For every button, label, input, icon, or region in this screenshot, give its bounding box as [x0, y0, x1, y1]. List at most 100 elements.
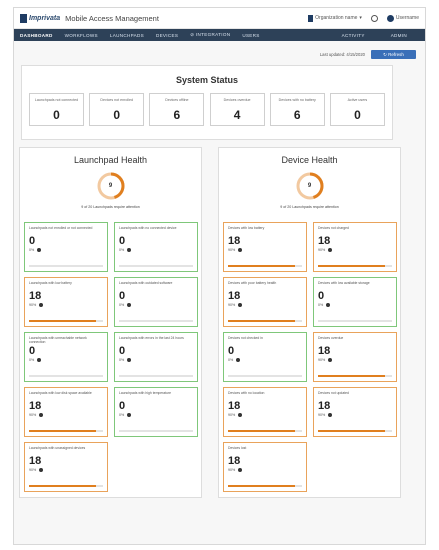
info-icon[interactable]: [127, 413, 132, 417]
health-card-progress: [318, 374, 392, 377]
tab-integration[interactable]: ⊘ INTEGRATION: [190, 32, 230, 38]
status-box[interactable]: Devices not enrolled 0: [89, 93, 145, 126]
tab-workflows[interactable]: WORKFLOWS: [65, 33, 98, 38]
health-card-progress: [29, 484, 103, 487]
health-card[interactable]: Devices not checked in 0 0%: [223, 332, 307, 382]
chevron-down-icon: ▾: [359, 15, 362, 21]
info-icon[interactable]: [238, 468, 243, 472]
status-box[interactable]: Active users 0: [329, 93, 385, 126]
health-card-percent: 90%: [29, 468, 37, 472]
health-card-percent-row: 0%: [119, 248, 193, 252]
health-card[interactable]: Devices lost 18 90%: [223, 442, 307, 492]
org-selector[interactable]: Organization name ▾: [308, 14, 362, 22]
health-card[interactable]: Devices not updated 18 90%: [313, 387, 397, 437]
info-icon[interactable]: [238, 248, 243, 252]
health-card[interactable]: Launchpads with outdated software 0 0%: [114, 277, 198, 327]
health-card-title: Devices lost: [228, 446, 247, 450]
info-icon[interactable]: [37, 358, 42, 362]
health-card-value: 18: [228, 235, 241, 247]
health-card[interactable]: Launchpads with errors in the last 24 ho…: [114, 332, 198, 382]
health-card-percent-row: 0%: [119, 413, 193, 417]
info-icon[interactable]: [238, 413, 243, 417]
health-card[interactable]: Launchpads with low battery 18 90%: [24, 277, 108, 327]
tab-users[interactable]: USERS: [242, 33, 259, 38]
refresh-row: Last updated: 4/15/2020 ↻ Refresh: [14, 48, 425, 61]
health-card-title: Launchpads with unreachable network conn…: [29, 336, 87, 344]
health-card[interactable]: Devices with poor battery health 18 90%: [223, 277, 307, 327]
health-card[interactable]: Launchpads with unreachable network conn…: [24, 332, 108, 382]
health-card[interactable]: Devices overdue 18 90%: [313, 332, 397, 382]
health-card-title: Devices overdue: [318, 336, 344, 340]
health-card-value: 18: [228, 400, 241, 412]
info-icon[interactable]: [127, 303, 132, 307]
health-card-percent: 0%: [29, 358, 35, 362]
health-card-value: 0: [228, 345, 235, 357]
health-card-progress-fill: [228, 484, 295, 487]
health-card-progress-fill: [228, 264, 295, 267]
status-box[interactable]: Devices overdue 4: [209, 93, 265, 126]
status-box[interactable]: Devices with no battery 6: [269, 93, 325, 126]
info-icon[interactable]: [238, 303, 243, 307]
health-card[interactable]: Launchpads with unassigned devices 18 90%: [24, 442, 108, 492]
health-card-title: Launchpads with unassigned devices: [29, 446, 86, 450]
health-card[interactable]: Devices with low available storage 0 0%: [313, 277, 397, 327]
status-box[interactable]: Devices offline 6: [149, 93, 205, 126]
user-menu[interactable]: Username: [386, 14, 419, 22]
info-icon[interactable]: [328, 358, 333, 362]
health-card[interactable]: Devices with no location 18 90%: [223, 387, 307, 437]
health-card-progress: [228, 264, 302, 267]
user-label: Username: [395, 15, 419, 21]
tab-dashboard[interactable]: DASHBOARD: [20, 33, 53, 38]
health-card[interactable]: Launchpads with low disk space available…: [24, 387, 108, 437]
tab-launchpads[interactable]: LAUNCHPADS: [110, 33, 144, 38]
settings-icon[interactable]: [370, 14, 378, 22]
tab-devices[interactable]: DEVICES: [156, 33, 178, 38]
status-box-value: 0: [53, 108, 60, 122]
health-card[interactable]: Launchpads with no connected device 0 0%: [114, 222, 198, 272]
health-card-value: 0: [119, 235, 126, 247]
refresh-label: Refresh: [388, 52, 404, 57]
info-icon[interactable]: [127, 358, 132, 362]
tab-admin[interactable]: ADMIN: [391, 33, 407, 38]
health-card-percent: 0%: [119, 358, 125, 362]
health-card-percent: 90%: [318, 413, 326, 417]
health-card-percent-row: 90%: [29, 468, 103, 472]
status-box-value: 0: [354, 108, 361, 122]
info-icon[interactable]: [326, 303, 331, 307]
health-card-progress: [318, 319, 392, 322]
health-card-progress-fill: [29, 319, 96, 322]
status-boxes: Launchpads not connected 0 Devices not en…: [22, 93, 392, 126]
health-card-title: Launchpads with outdated software: [119, 281, 173, 285]
health-card-value: 18: [318, 345, 331, 357]
info-icon[interactable]: [328, 248, 333, 252]
status-box-label: Launchpads not connected: [34, 98, 79, 102]
tab-activity[interactable]: ACTIVITY: [342, 33, 365, 38]
info-icon[interactable]: [39, 468, 44, 472]
health-card[interactable]: Launchpads not enrolled or not connected…: [24, 222, 108, 272]
refresh-button[interactable]: ↻ Refresh: [371, 50, 416, 59]
health-card[interactable]: Devices not charged 18 90%: [313, 222, 397, 272]
device-health-score: 9: [307, 183, 312, 189]
info-icon[interactable]: [39, 303, 44, 307]
device-health-panel: Device Health 9 9 of 20 Launchpads requi…: [218, 147, 401, 498]
nav-right: ACTIVITY ADMIN: [342, 33, 419, 38]
info-icon[interactable]: [328, 413, 333, 417]
health-card-title: Launchpads with no connected device: [119, 226, 177, 230]
imprivata-logo-icon: [20, 13, 27, 23]
device-health-title: Device Health: [281, 155, 338, 165]
info-icon[interactable]: [37, 248, 42, 252]
health-card[interactable]: Devices with low battery 18 90%: [223, 222, 307, 272]
health-card-percent: 0%: [228, 358, 234, 362]
health-card-value: 0: [119, 290, 126, 302]
brand-logo[interactable]: Imprivata: [20, 13, 60, 23]
info-icon[interactable]: [236, 358, 241, 362]
device-health-cards: Devices with low battery 18 90% Devices not…: [223, 222, 397, 492]
info-icon[interactable]: [39, 413, 44, 417]
info-icon[interactable]: [127, 248, 132, 252]
health-card-title: Launchpads not enrolled or not connected: [29, 226, 93, 230]
health-card[interactable]: Launchpads with high temperature 0 0%: [114, 387, 198, 437]
tab-integration-label: INTEGRATION: [195, 32, 231, 37]
status-box[interactable]: Launchpads not connected 0: [29, 93, 84, 126]
health-card-percent: 90%: [228, 468, 236, 472]
health-card-title: Launchpads with high temperature: [119, 391, 172, 395]
